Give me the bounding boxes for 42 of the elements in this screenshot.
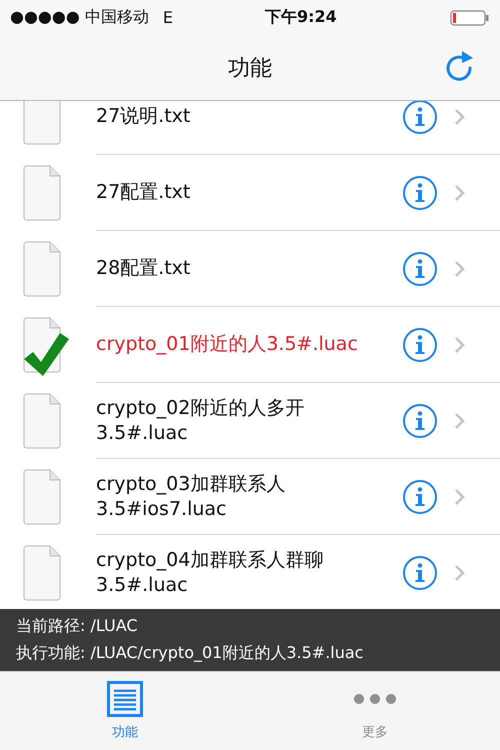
checkmark-icon [22, 331, 70, 377]
info-icon[interactable] [402, 101, 438, 134]
nav-title: 功能 [228, 54, 272, 82]
file-row[interactable]: 27说明.txt [0, 101, 500, 155]
info-icon[interactable] [402, 174, 438, 210]
info-icon[interactable] [402, 326, 438, 362]
file-name: 27说明.txt [96, 104, 192, 129]
battery-icon [450, 10, 490, 26]
file-name: crypto_02附近的人多开3.5#.luac [96, 396, 306, 446]
file-row[interactable]: crypto_03加群联系人3.5#ios7.luac [0, 459, 500, 535]
document-icon [22, 545, 62, 601]
overlay-text: 执行功能: /LUAC/crypto_01附近的人3.5#.luac [16, 643, 364, 664]
file-row[interactable]: 27配置.txt [0, 155, 500, 231]
document-icon [22, 393, 62, 449]
file-name: crypto_04加群联系人群聊3.5#.luac [96, 548, 324, 598]
chevron-icon [454, 564, 466, 582]
chevron-icon [454, 336, 466, 354]
document-icon [22, 469, 62, 525]
chevron-icon [454, 260, 466, 278]
list-icon [107, 681, 143, 717]
file-row[interactable]: crypto_01附近的人3.5#.luac [0, 307, 500, 383]
file-name: crypto_03加群联系人3.5#ios7.luac [96, 472, 286, 522]
chevron-icon [454, 184, 466, 202]
carrier-name: ●●●●● 中国移动 [10, 7, 149, 28]
more-icon [354, 694, 396, 704]
info-icon[interactable] [402, 554, 438, 590]
file-name: crypto_01附近的人3.5#.luac [96, 332, 359, 357]
file-name: 28配置.txt [96, 256, 192, 281]
info-icon[interactable] [402, 250, 438, 286]
file-row[interactable]: 28配置.txt [0, 231, 500, 307]
chevron-icon [454, 108, 466, 126]
document-icon [22, 241, 62, 297]
file-name: 27配置.txt [96, 180, 192, 205]
document-icon [22, 165, 62, 221]
info-icon[interactable] [402, 478, 438, 514]
clock-time: 下午9:24 [265, 7, 337, 28]
info-icon[interactable] [402, 402, 438, 438]
network-type: E [162, 8, 173, 27]
chevron-icon [454, 488, 466, 506]
file-row[interactable]: crypto_02附近的人多开3.5#.luac [0, 383, 500, 459]
overlay-text: 当前路径: /LUAC [16, 616, 139, 637]
chevron-icon [454, 412, 466, 430]
